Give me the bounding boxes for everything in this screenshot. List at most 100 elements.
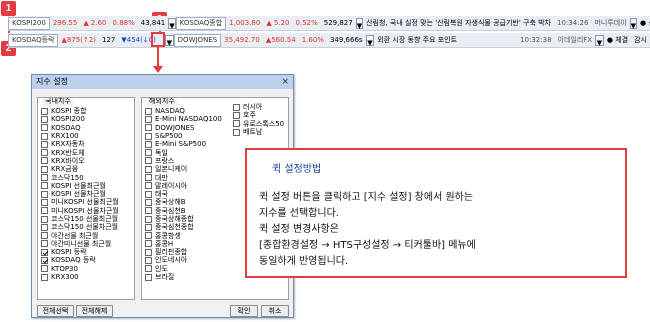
checkbox-icon[interactable] <box>145 223 152 231</box>
ticker-index-name[interactable]: KOSDAQ등락 <box>8 33 59 47</box>
checkbox-icon[interactable] <box>41 223 48 231</box>
index-checkbox-item[interactable]: S&P500 <box>145 132 233 140</box>
checkbox-icon[interactable] <box>145 248 152 256</box>
ticker-index-name-2[interactable]: DOWJONES <box>173 33 222 47</box>
checkbox-icon[interactable] <box>233 103 240 111</box>
ok-button[interactable]: 확인 <box>230 305 258 317</box>
checkbox-icon[interactable] <box>41 157 48 165</box>
checkbox-icon[interactable] <box>145 273 152 281</box>
index-checkbox-item[interactable]: 인도 <box>145 265 233 273</box>
cancel-button[interactable]: 취소 <box>261 305 289 317</box>
index-checkbox-item[interactable]: 인도네시아 <box>145 256 233 264</box>
ticker-index-name[interactable]: KOSPI200 <box>8 16 50 30</box>
checkbox-icon[interactable] <box>41 140 48 148</box>
index-checkbox-item[interactable]: 호주 <box>233 111 288 119</box>
index-checkbox-item[interactable]: 중국심천B <box>145 207 233 215</box>
index-checkbox-item[interactable]: 독일 <box>145 148 233 157</box>
checkbox-icon[interactable] <box>145 124 152 132</box>
checkbox-icon[interactable] <box>41 273 48 281</box>
ticker-index-name-2[interactable]: KOSDAQ종합 <box>175 16 227 30</box>
index-checkbox-item[interactable]: E-Mini NASDAQ100 <box>145 115 233 123</box>
index-checkbox-item[interactable]: 중국심천종합 <box>145 223 233 231</box>
close-icon[interactable]: × <box>281 75 289 89</box>
select-all-button[interactable]: 전체선택 <box>37 305 74 317</box>
index-checkbox-item[interactable]: KOSPI 종합 <box>41 107 134 115</box>
checkbox-icon[interactable] <box>41 174 48 182</box>
checkbox-icon[interactable] <box>145 174 152 182</box>
checkbox-icon[interactable] <box>233 128 240 136</box>
index-checkbox-item[interactable]: NASDAQ <box>145 107 233 115</box>
index-checkbox-item[interactable]: 프랑스 <box>145 157 233 165</box>
index-checkbox-item[interactable]: KOSDAQ 등락 <box>41 256 134 264</box>
checkbox-icon[interactable] <box>41 107 48 115</box>
index-checkbox-item[interactable]: KOSPI200 <box>41 115 134 123</box>
index-checkbox-item[interactable]: 야간미니선물 최근월 <box>41 240 134 248</box>
index-checkbox-item[interactable]: KOSPI 등락 <box>41 248 134 256</box>
index-checkbox-item[interactable]: 중국상해종합 <box>145 215 233 223</box>
checkbox-icon[interactable] <box>41 182 48 190</box>
dropdown-icon[interactable]: ▼ <box>168 17 176 30</box>
checkbox-icon[interactable] <box>145 256 152 264</box>
checkbox-icon[interactable] <box>145 182 152 190</box>
checkbox-icon[interactable] <box>41 165 48 173</box>
checkbox-icon[interactable] <box>145 265 152 273</box>
dropdown-icon[interactable]: ▼ <box>595 34 604 47</box>
index-checkbox-item[interactable]: 브라질 <box>145 273 233 281</box>
index-checkbox-item[interactable]: KTOP30 <box>41 265 134 273</box>
index-checkbox-item[interactable]: 야간선물 최근월 <box>41 231 134 240</box>
index-checkbox-item[interactable]: 미니KOSPI 선물최근월 <box>41 198 134 206</box>
index-checkbox-item[interactable]: 홍콩항셍 <box>145 231 233 240</box>
index-checkbox-item[interactable]: 코스닥150 선물최근월 <box>41 215 134 223</box>
checkbox-icon[interactable] <box>145 190 152 198</box>
checkbox-checked-icon[interactable] <box>41 248 48 256</box>
checkbox-icon[interactable] <box>41 124 48 132</box>
index-checkbox-item[interactable]: KRX100 <box>41 132 134 140</box>
index-checkbox-item[interactable]: 대만 <box>145 173 233 182</box>
index-checkbox-item[interactable]: DOWJONES <box>145 124 233 132</box>
checkbox-icon[interactable] <box>145 240 152 248</box>
checkbox-icon[interactable] <box>41 132 48 140</box>
index-checkbox-item[interactable]: KOSPI 선물최근월 <box>41 182 134 190</box>
index-checkbox-item[interactable]: E-Mini S&P500 <box>145 140 233 148</box>
checkbox-icon[interactable] <box>41 115 48 123</box>
index-checkbox-item[interactable]: 유로스톡스50 <box>233 120 288 128</box>
index-checkbox-item[interactable]: 홍콩H <box>145 240 233 248</box>
index-checkbox-item[interactable]: 미니KOSPI 선물차근월 <box>41 207 134 215</box>
checkbox-icon[interactable] <box>145 198 152 206</box>
checkbox-icon[interactable] <box>145 140 152 148</box>
index-checkbox-item[interactable]: 말레이시아 <box>145 182 233 190</box>
index-checkbox-item[interactable]: 베트남 <box>233 128 288 136</box>
index-checkbox-item[interactable]: KOSDAQ <box>41 124 134 132</box>
index-checkbox-item[interactable]: KRX300 <box>41 273 134 281</box>
dropdown-icon[interactable]: ▼ <box>355 17 364 30</box>
checkbox-icon[interactable] <box>145 165 152 173</box>
checkbox-icon[interactable] <box>41 207 48 215</box>
checkbox-icon[interactable] <box>145 207 152 215</box>
checkbox-icon[interactable] <box>41 265 48 273</box>
index-checkbox-item[interactable]: 러시아 <box>233 103 288 111</box>
quick-settings-button[interactable]: ▼ <box>164 34 174 47</box>
index-checkbox-item[interactable]: 일본니케이 <box>145 165 233 173</box>
index-checkbox-item[interactable]: KRX자동차 <box>41 140 134 148</box>
index-checkbox-item[interactable]: KRX반도체 <box>41 148 134 157</box>
checkbox-icon[interactable] <box>145 157 152 165</box>
checkbox-checked-icon[interactable] <box>41 256 48 264</box>
checkbox-icon[interactable] <box>145 132 152 140</box>
index-checkbox-item[interactable]: 코스닥150 <box>41 173 134 182</box>
checkbox-icon[interactable] <box>41 190 48 198</box>
checkbox-icon[interactable] <box>41 232 48 240</box>
checkbox-icon[interactable] <box>145 149 152 157</box>
checkbox-icon[interactable] <box>233 120 240 128</box>
index-checkbox-item[interactable]: KRX금융 <box>41 165 134 173</box>
checkbox-icon[interactable] <box>41 198 48 206</box>
checkbox-icon[interactable] <box>145 232 152 240</box>
ticker-news[interactable]: 산림청, 국내 실정 맞는 '산림복원 자생식물 공급기반' 구축 박차 <box>363 16 554 31</box>
dropdown-icon[interactable]: ▼ <box>365 34 375 47</box>
index-checkbox-item[interactable]: KRX바이오 <box>41 157 134 165</box>
clear-all-button[interactable]: 전체해제 <box>76 305 113 317</box>
checkbox-icon[interactable] <box>41 149 48 157</box>
checkbox-icon[interactable] <box>233 111 240 119</box>
checkbox-icon[interactable] <box>145 215 152 223</box>
index-checkbox-item[interactable]: 코스닥150 선물차근월 <box>41 223 134 231</box>
checkbox-icon[interactable] <box>41 215 48 223</box>
